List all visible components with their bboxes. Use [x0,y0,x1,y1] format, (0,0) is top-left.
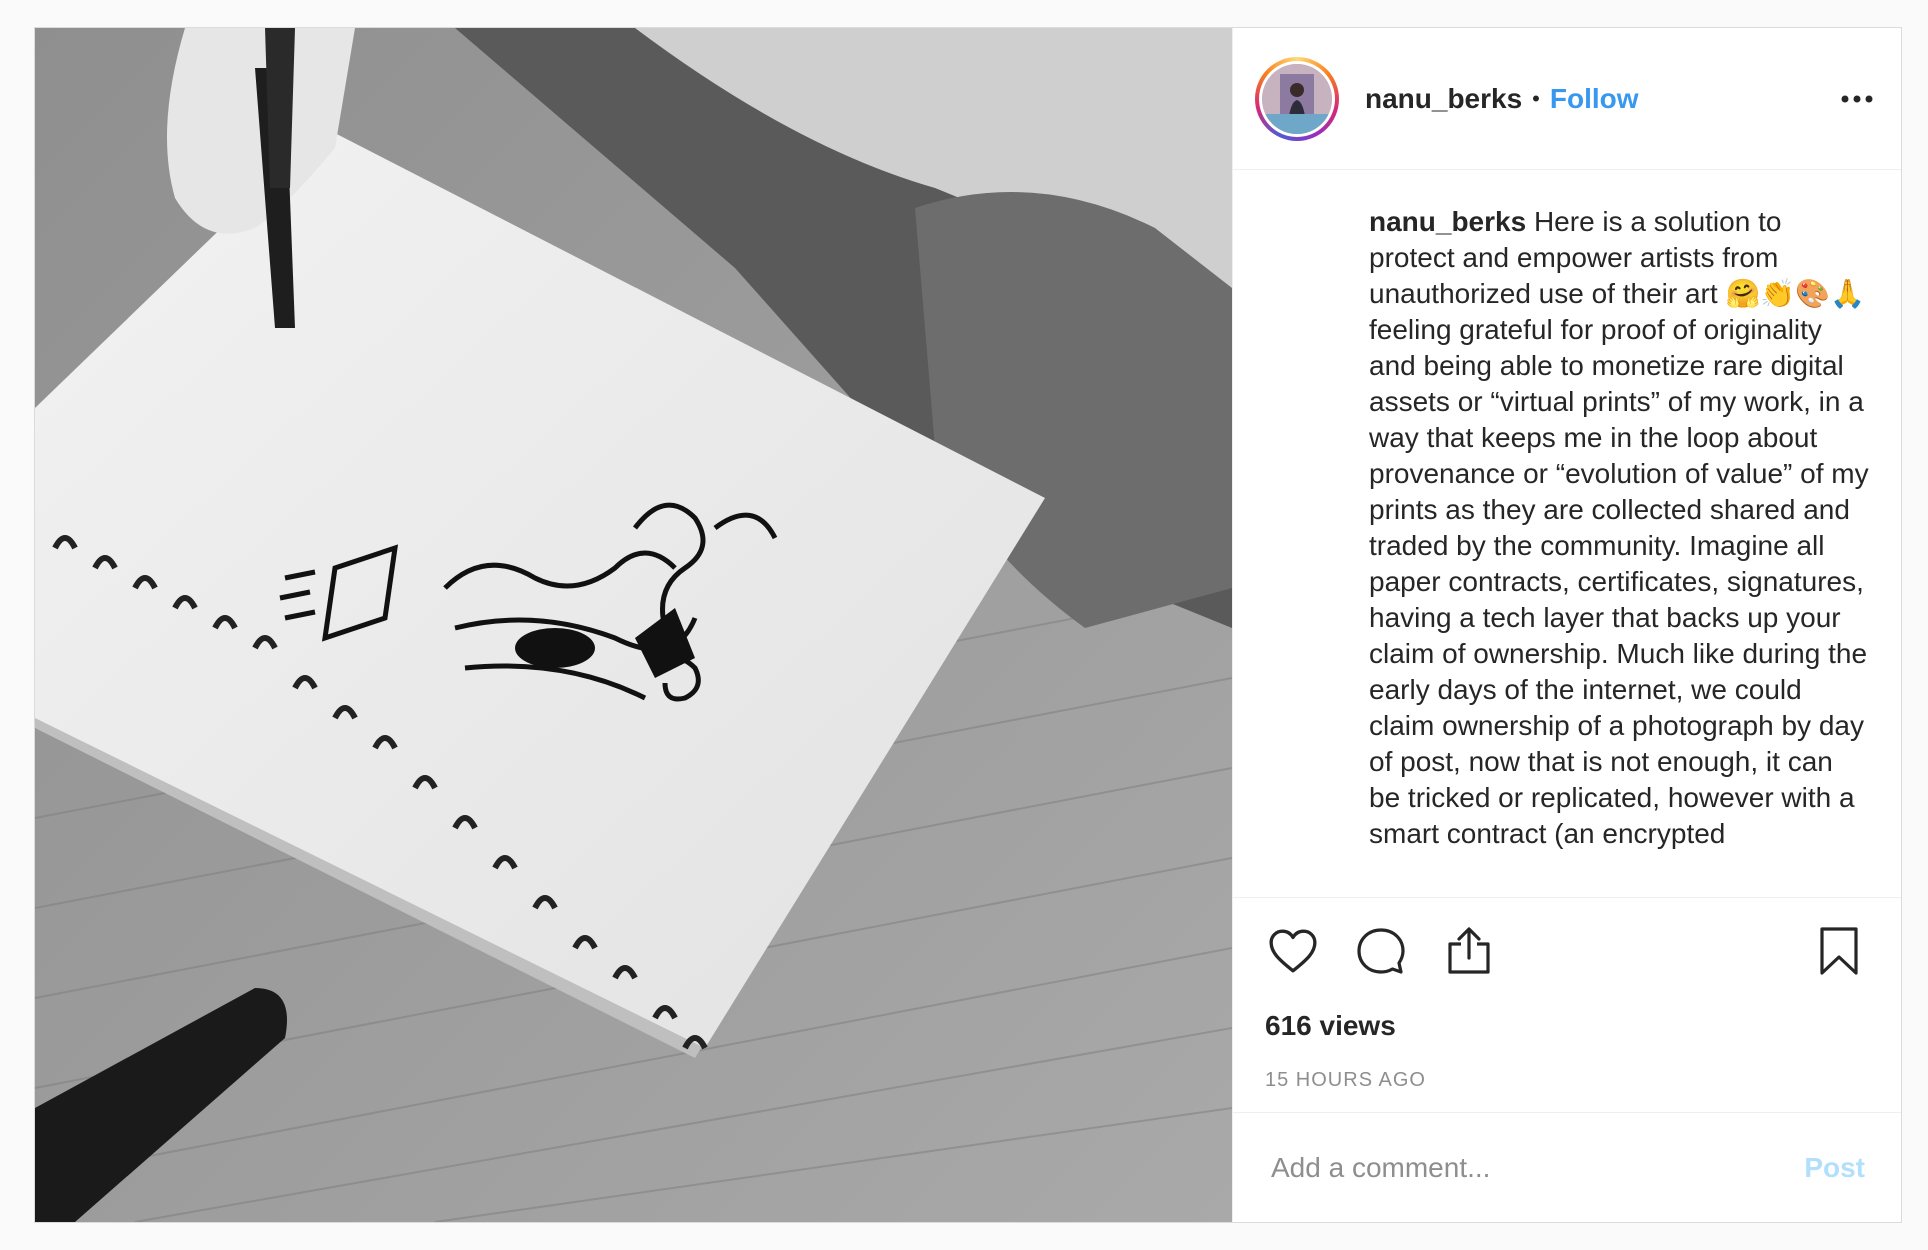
comment-icon [1357,928,1405,974]
avatar-image [1262,63,1332,134]
header-username[interactable]: nanu_berks [1365,83,1522,115]
follow-button[interactable]: Follow [1550,83,1639,115]
heart-icon [1269,929,1317,973]
post-caption: nanu_berks Here is a solution to protect… [1369,204,1871,852]
share-button[interactable] [1441,923,1497,979]
save-button[interactable] [1811,923,1867,979]
comment-input[interactable] [1269,1150,1805,1185]
like-button[interactable] [1265,923,1321,979]
caption-text: Here is a solution to protect and empowe… [1369,206,1869,849]
post-comment-button[interactable]: Post [1804,1152,1865,1184]
post-sidebar: nanu_berks • Follow nanu_berks Here is a… [1232,28,1901,1222]
add-comment-bar: Post [1233,1112,1901,1222]
bookmark-icon [1820,927,1858,975]
action-section: 616 views 15 HOURS AGO [1233,897,1901,1112]
avatar-story-ring[interactable] [1255,56,1339,141]
post-card: nanu_berks • Follow nanu_berks Here is a… [34,27,1902,1223]
separator-dot: • [1532,85,1540,111]
share-icon [1448,927,1490,974]
avatar[interactable] [1262,63,1332,134]
post-timestamp[interactable]: 15 HOURS AGO [1265,1048,1867,1112]
comments-area[interactable]: nanu_berks Here is a solution to protect… [1233,170,1901,897]
action-icons [1265,898,1867,1004]
more-horizontal-icon [1841,95,1873,102]
post-header: nanu_berks • Follow [1233,28,1901,170]
avatar-border [1259,60,1335,137]
view-count[interactable]: 616 views [1265,1004,1867,1048]
video-frame-image [35,28,1232,1222]
caption-username[interactable]: nanu_berks [1369,206,1526,237]
comment-button[interactable] [1353,923,1409,979]
more-options-button[interactable] [1837,79,1877,119]
post-video[interactable] [35,28,1232,1222]
